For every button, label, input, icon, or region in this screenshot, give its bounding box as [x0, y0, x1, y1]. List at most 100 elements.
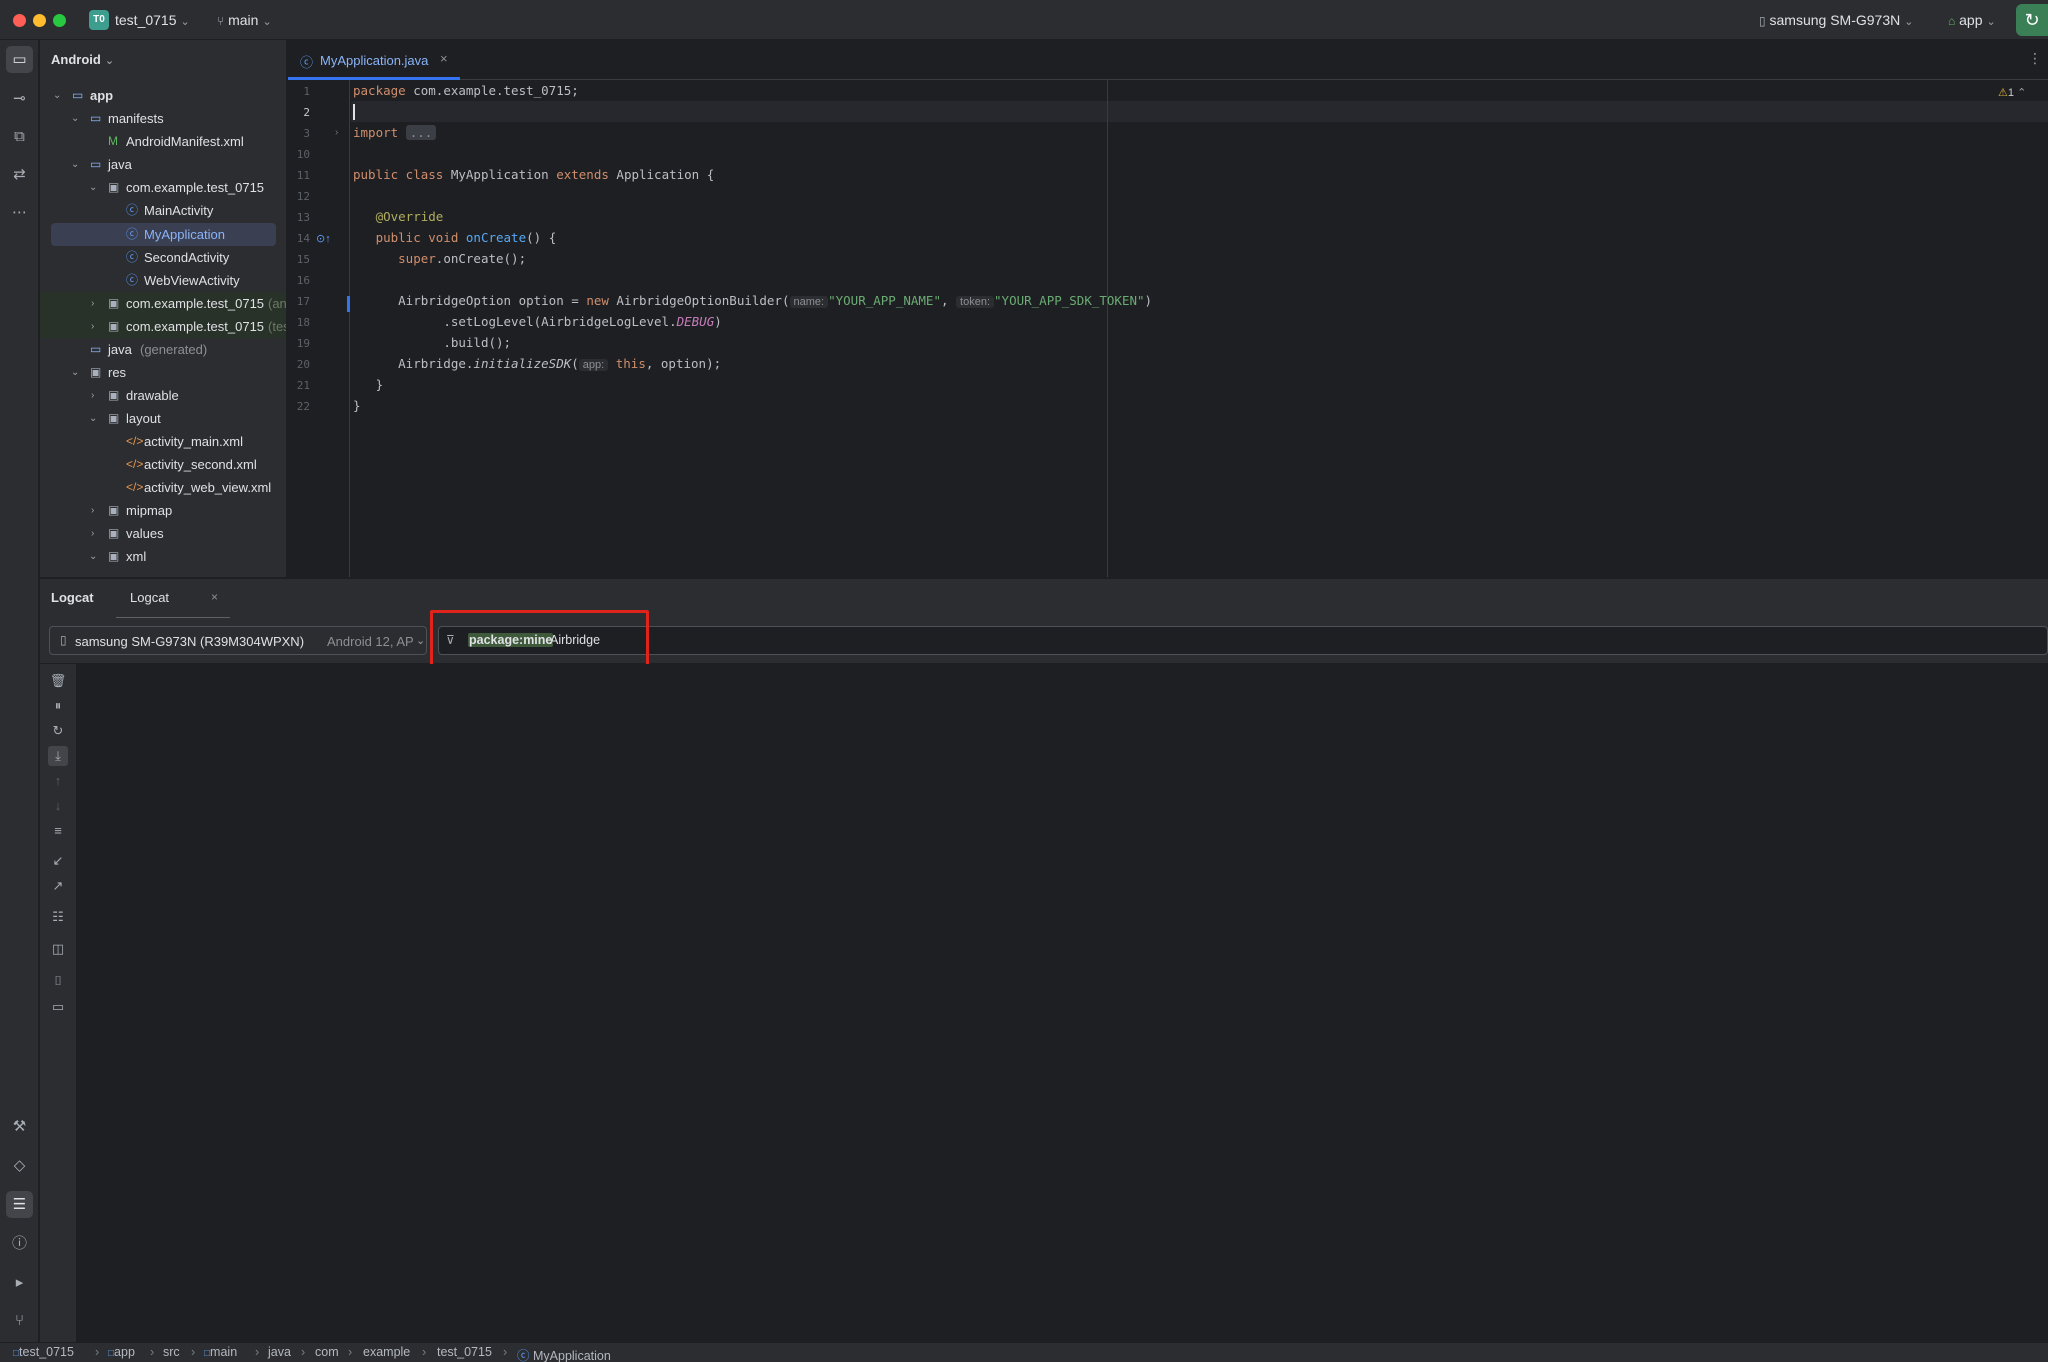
folded-imports[interactable]: ... [405, 125, 437, 140]
arrow-up-icon[interactable]: ↑ [48, 771, 68, 791]
breadcrumb-separator: › [348, 1345, 353, 1359]
logcat-tab[interactable]: Logcat × [116, 579, 230, 619]
logcat-device-dropdown[interactable]: ▯ samsung SM-G973N (R39M304WPXN) Android… [49, 626, 427, 655]
project-tool-folder-icon[interactable]: ▭ [6, 46, 33, 73]
tree-item-label: layout [126, 411, 161, 426]
more-vertical-icon[interactable]: ⋮ [2028, 50, 2042, 67]
chevron-up-icon[interactable]: ⌃ [2017, 87, 2026, 99]
branch-selector[interactable]: ⑂ main ⌄ [217, 12, 272, 28]
override-method-icon[interactable]: ⊙↑ [316, 232, 331, 245]
restart-icon[interactable]: ↻ [48, 721, 68, 741]
warnings-indicator[interactable]: ⚠1 ⌃ [1998, 86, 2026, 99]
pause-icon[interactable]: ⏸ [48, 696, 68, 716]
problems-icon[interactable]: ⓘ [6, 1230, 33, 1257]
breadcrumb-item[interactable]: □test_0715 [13, 1345, 74, 1359]
fold-expand-icon[interactable]: › [335, 127, 338, 138]
tree-item-my-application[interactable]: ⓒ MyApplication [51, 223, 276, 246]
breadcrumb-item[interactable]: com [315, 1345, 339, 1359]
tree-item-package-android-test[interactable]: › ▣ com.example.test_0715 (an [40, 292, 286, 315]
tree-item-java-generated[interactable]: ▭ java (generated) [40, 338, 286, 361]
format-settings-icon[interactable]: ☷ [48, 907, 68, 927]
tree-item-package-main[interactable]: ⌄ ▣ com.example.test_0715 [40, 176, 286, 199]
breadcrumb-item[interactable]: example [363, 1345, 410, 1359]
logcat-filter-input[interactable]: ⊽ package:mine Airbridge [438, 626, 2048, 655]
chevron-down-icon[interactable]: ⌄ [71, 153, 79, 176]
chevron-right-icon[interactable]: › [91, 499, 94, 522]
chevron-down-icon[interactable]: ⌄ [71, 361, 79, 384]
breadcrumb-item[interactable]: test_0715 [437, 1345, 492, 1359]
sync-project-button[interactable]: ↻ [2016, 4, 2048, 36]
pull-requests-icon[interactable]: ⇄ [6, 161, 33, 188]
minimize-window-button[interactable] [33, 14, 46, 27]
tree-item-activity-web-view-xml[interactable]: </> activity_web_view.xml [40, 476, 286, 499]
chevron-down-icon: ⌄ [1986, 16, 1996, 28]
gem-plugin-icon[interactable]: ◇ [6, 1152, 33, 1179]
terminal-icon[interactable]: ▸ [6, 1269, 33, 1296]
tree-item-webview-activity[interactable]: ⓒ WebViewActivity [40, 269, 286, 292]
breadcrumb-separator: › [255, 1345, 260, 1359]
chevron-right-icon[interactable]: › [91, 315, 94, 338]
more-tools-icon[interactable]: ⋯ [6, 199, 33, 226]
tree-item-android-manifest[interactable]: M AndroidManifest.xml [40, 130, 286, 153]
resource-manager-icon[interactable]: ⧉ [6, 123, 33, 150]
screen-record-icon[interactable]: ▭ [48, 997, 68, 1017]
breadcrumb-item[interactable]: java [268, 1345, 291, 1359]
tree-item-manifests[interactable]: ⌄ ▭ manifests [40, 107, 286, 130]
chevron-down-icon[interactable]: ⌄ [89, 545, 97, 568]
clear-logcat-trash-icon[interactable]: 🗑 [48, 671, 68, 691]
class-icon: ⓒ [126, 203, 139, 217]
code-line: AirbridgeOption option = new AirbridgeOp… [398, 293, 1153, 308]
run-config-selector[interactable]: ⌂ app ⌄ [1948, 12, 1996, 28]
close-window-button[interactable] [13, 14, 26, 27]
chevron-down-icon: ⌄ [262, 16, 272, 28]
chevron-right-icon[interactable]: › [91, 522, 94, 545]
tree-item-drawable[interactable]: › ▣ drawable [40, 384, 286, 407]
breadcrumb-item[interactable]: ⓒ MyApplication [517, 1345, 611, 1362]
tree-item-mipmap[interactable]: › ▣ mipmap [40, 499, 286, 522]
build-hammer-icon[interactable]: ⚒ [6, 1113, 33, 1140]
chevron-down-icon[interactable]: ⌄ [53, 84, 61, 107]
zoom-window-button[interactable] [53, 14, 66, 27]
vcs-change-marker[interactable] [347, 296, 350, 312]
arrow-down-icon[interactable]: ↓ [48, 796, 68, 816]
tree-item-xml[interactable]: ⌄ ▣ xml [40, 545, 286, 568]
tree-item-second-activity[interactable]: ⓒ SecondActivity [40, 246, 286, 269]
tree-item-app[interactable]: ⌄ ▭ app [40, 84, 286, 107]
chevron-right-icon[interactable]: › [91, 384, 94, 407]
scroll-to-end-icon[interactable]: ⤓ [48, 746, 68, 766]
tree-item-layout[interactable]: ⌄ ▣ layout [40, 407, 286, 430]
tree-item-values[interactable]: › ▣ values [40, 522, 286, 545]
tree-item-label: xml [126, 549, 147, 564]
breadcrumb-item[interactable]: □app [108, 1345, 135, 1359]
import-logs-icon[interactable]: ↙ [48, 851, 68, 871]
git-branch-icon: ⑂ [217, 14, 225, 28]
tree-item-main-activity[interactable]: ⓒ MainActivity [40, 199, 286, 222]
line-number: 14 [296, 232, 310, 245]
screenshot-camera-icon[interactable]: ⌷ [48, 971, 68, 991]
tree-item-java[interactable]: ⌄ ▭ java [40, 153, 286, 176]
project-selector[interactable]: test_0715 ⌄ [115, 12, 190, 28]
chevron-down-icon[interactable]: ⌄ [89, 176, 97, 199]
line-number: 3 [303, 127, 310, 140]
project-view-selector[interactable]: Android ⌄ [51, 52, 114, 67]
tree-item-package-test[interactable]: › ▣ com.example.test_0715 (tes [40, 315, 286, 338]
logcat-output[interactable] [78, 664, 2048, 1342]
logcat-tool-icon[interactable]: ☰ [6, 1191, 33, 1218]
commit-tool-icon[interactable]: ⊸ [6, 85, 33, 112]
editor-tab-my-application[interactable]: ⓒ MyApplication.java × [288, 40, 460, 80]
soft-wrap-icon[interactable]: ≡ [48, 821, 68, 841]
device-selector[interactable]: ▯ samsung SM-G973N ⌄ [1759, 12, 1913, 28]
breadcrumb-item[interactable]: src [163, 1345, 180, 1359]
version-control-icon[interactable]: ⑂ [6, 1307, 33, 1334]
tree-item-res[interactable]: ⌄ ▣ res [40, 361, 286, 384]
chevron-down-icon[interactable]: ⌄ [89, 407, 97, 430]
breadcrumb-item[interactable]: □main [204, 1345, 237, 1359]
split-panels-icon[interactable]: ◫ [48, 939, 68, 959]
tree-item-activity-second-xml[interactable]: </> activity_second.xml [40, 453, 286, 476]
export-logs-icon[interactable]: ↗ [48, 876, 68, 896]
chevron-down-icon[interactable]: ⌄ [71, 107, 79, 130]
tree-item-activity-main-xml[interactable]: </> activity_main.xml [40, 430, 286, 453]
chevron-right-icon[interactable]: › [91, 292, 94, 315]
close-tab-icon[interactable]: × [211, 590, 218, 604]
close-tab-icon[interactable]: × [440, 51, 448, 66]
